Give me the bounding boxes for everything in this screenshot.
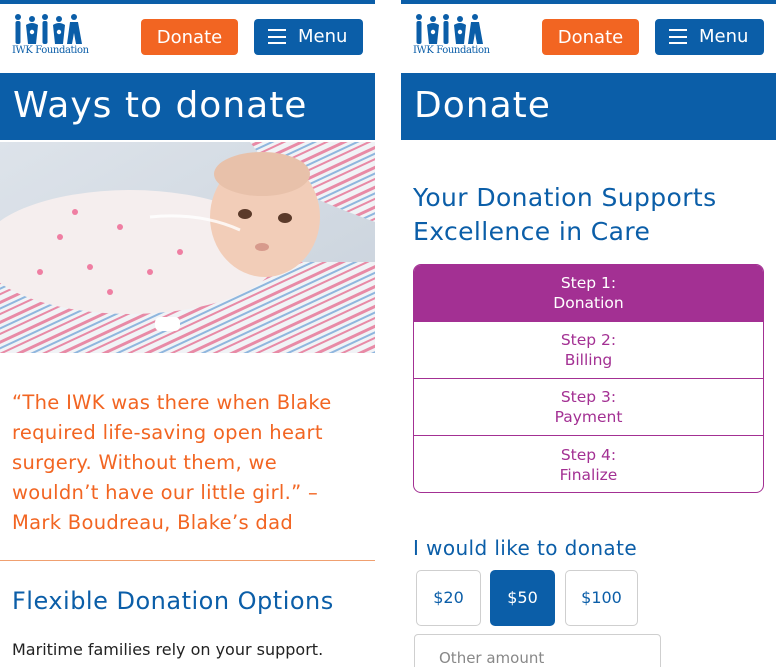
- other-amount-input[interactable]: [414, 634, 661, 667]
- step-payment[interactable]: Step 3: Payment: [414, 379, 763, 436]
- menu-button[interactable]: Menu: [254, 19, 363, 55]
- menu-button-label: Menu: [699, 26, 749, 47]
- amount-option-100[interactable]: $100: [565, 570, 638, 626]
- flexible-donation-heading: Flexible Donation Options: [12, 587, 334, 615]
- step-donation[interactable]: Step 1: Donation: [414, 265, 763, 322]
- donate-button[interactable]: Donate: [542, 19, 639, 55]
- hamburger-icon: [268, 29, 286, 44]
- donate-amount-label: I would like to donate: [413, 536, 638, 560]
- ways-to-donate-page: IWK Foundation Donate Menu Ways to donat…: [0, 0, 375, 667]
- iwk-figures-logo-icon: [15, 14, 82, 44]
- testimonial-quote: “The IWK was there when Blake required l…: [12, 391, 332, 534]
- page-title-banner: Donate: [401, 73, 776, 140]
- donate-button[interactable]: Donate: [141, 19, 238, 55]
- step-number: Step 2:: [560, 331, 617, 349]
- step-name: Payment: [554, 408, 623, 426]
- site-header: IWK Foundation Donate Menu: [0, 4, 375, 73]
- logo-text: IWK Foundation: [413, 45, 490, 56]
- step-number: Step 4:: [560, 445, 617, 464]
- donation-supports-heading: Your Donation Supports Excellence in Car…: [413, 183, 717, 246]
- section-divider: [0, 560, 375, 561]
- iwk-figures-logo-icon: [416, 14, 483, 44]
- step-number: Step 3:: [560, 388, 617, 406]
- iwk-foundation-logo[interactable]: IWK Foundation: [413, 13, 490, 57]
- iwk-foundation-logo[interactable]: IWK Foundation: [12, 13, 89, 57]
- step-number: Step 1:: [560, 274, 617, 292]
- menu-button[interactable]: Menu: [655, 19, 764, 55]
- donate-form-page: IWK Foundation Donate Menu Donate Your D…: [401, 0, 776, 667]
- step-billing[interactable]: Step 2: Billing: [414, 322, 763, 379]
- step-finalize[interactable]: Step 4: Finalize: [414, 436, 763, 492]
- donation-steps: Step 1: Donation Step 2: Billing Step 3:…: [413, 264, 764, 493]
- site-header: IWK Foundation Donate Menu: [401, 4, 776, 73]
- page-title: Donate: [414, 85, 551, 126]
- hamburger-icon: [669, 29, 687, 44]
- section-body-text: Maritime families rely on your support.: [12, 640, 324, 659]
- baby-photo-illustration: [0, 142, 375, 353]
- menu-button-label: Menu: [298, 26, 348, 47]
- amount-option-50[interactable]: $50: [490, 570, 555, 626]
- hero-photo-baby: [0, 142, 375, 353]
- step-name: Donation: [553, 294, 624, 312]
- step-name: Billing: [564, 351, 613, 369]
- logo-text: IWK Foundation: [12, 45, 89, 56]
- amount-option-20[interactable]: $20: [416, 570, 481, 626]
- page-title: Ways to donate: [13, 85, 308, 126]
- page-title-banner: Ways to donate: [0, 73, 375, 140]
- step-name: Finalize: [559, 465, 618, 484]
